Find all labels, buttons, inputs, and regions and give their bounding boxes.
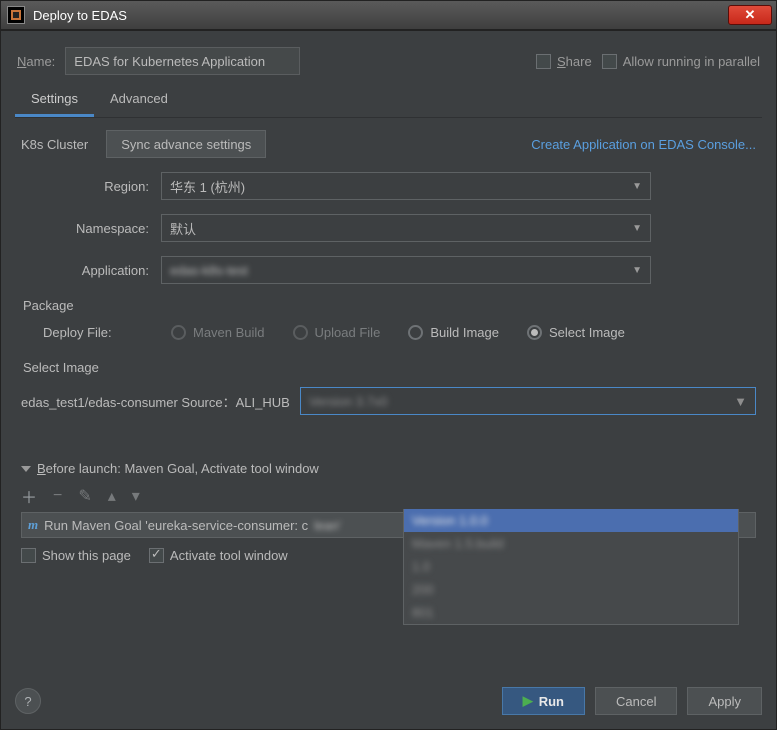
share-checkbox[interactable]: Share [536,54,592,69]
namespace-dropdown[interactable]: 默认 ▼ [161,214,651,242]
dropdown-option[interactable]: Version 1.0.0 [404,509,738,532]
region-label: Region: [21,179,161,194]
window-close-button[interactable]: ✕ [728,5,772,25]
show-this-page-checkbox[interactable]: Show this page [21,548,131,563]
before-launch-toggle[interactable]: Before launch: Maven Goal, Activate tool… [21,461,756,476]
dialog-footer: ? ▶ Run Cancel Apply [15,687,762,715]
help-icon: ? [24,694,31,709]
dropdown-option[interactable]: 200 [404,578,738,601]
select-image-section-label: Select Image [23,360,756,375]
namespace-label: Namespace: [21,221,161,236]
dialog-body: Name: Share Allow running in parallel Se… [0,30,777,730]
deploy-file-radio-group: Deploy File: Maven Build Upload File Bui… [43,325,756,340]
radio-build-image[interactable]: Build Image [408,325,499,340]
close-icon: ✕ [745,7,756,23]
play-icon: ▶ [523,693,533,709]
chevron-down-icon: ▼ [734,394,747,409]
settings-panel: K8s Cluster Sync advance settings Create… [15,118,762,569]
dropdown-option[interactable]: Maven 1.5.build [404,532,738,555]
edit-icon[interactable]: ✎ [78,486,91,506]
sync-advanced-settings-button[interactable]: Sync advance settings [106,130,266,158]
radio-upload-file[interactable]: Upload File [293,325,381,340]
radio-select-image[interactable]: Select Image [527,325,625,340]
checkbox-icon [21,548,36,563]
create-app-link[interactable]: Create Application on EDAS Console... [531,137,756,152]
chevron-down-icon: ▼ [632,265,642,276]
chevron-down-icon [21,466,31,472]
deploy-file-label: Deploy File: [43,325,143,340]
tab-advanced[interactable]: Advanced [94,83,184,117]
checkbox-icon [149,548,164,563]
region-dropdown[interactable]: 华东 1 (杭州) ▼ [161,172,651,200]
image-version-dropdown-list: Version 1.0.0 Maven 1.5.build 1.0 200 80… [403,509,739,625]
before-launch-toolbar: ＋ − ✎ ▴ ▾ [21,484,756,508]
cancel-button[interactable]: Cancel [595,687,677,715]
image-version-dropdown[interactable]: Version 3.7x0 ▼ [300,387,756,415]
radio-maven-build[interactable]: Maven Build [171,325,265,340]
window-title: Deploy to EDAS [33,8,728,23]
checkbox-icon [602,54,617,69]
chevron-down-icon: ▼ [632,181,642,192]
run-button[interactable]: ▶ Run [502,687,585,715]
app-icon [7,6,25,24]
allow-parallel-checkbox[interactable]: Allow running in parallel [602,54,760,69]
package-section-label: Package [23,298,756,313]
add-icon[interactable]: ＋ [21,484,37,508]
config-name-input[interactable] [65,47,299,75]
tab-settings[interactable]: Settings [15,83,94,117]
checkbox-icon [536,54,551,69]
move-up-icon[interactable]: ▴ [108,486,116,506]
apply-button[interactable]: Apply [687,687,762,715]
name-row: Name: Share Allow running in parallel [17,47,760,75]
chevron-down-icon: ▼ [632,223,642,234]
name-label: Name: [17,54,55,69]
application-dropdown[interactable]: edas-k8s-test ▼ [161,256,651,284]
maven-icon: m [28,517,38,533]
activate-tool-window-checkbox[interactable]: Activate tool window [149,548,288,563]
dropdown-option[interactable]: 1.0 [404,555,738,578]
help-button[interactable]: ? [15,688,41,714]
window-titlebar: Deploy to EDAS ✕ [0,0,777,30]
tabs: Settings Advanced [15,83,762,118]
image-source-text: edas_test1/edas-consumer Source：ALI_HUB [21,392,290,411]
k8s-cluster-label: K8s Cluster [21,137,88,152]
move-down-icon[interactable]: ▾ [132,486,140,506]
dropdown-option[interactable]: 801 [404,601,738,624]
application-label: Application: [21,263,161,278]
remove-icon[interactable]: − [53,487,62,505]
